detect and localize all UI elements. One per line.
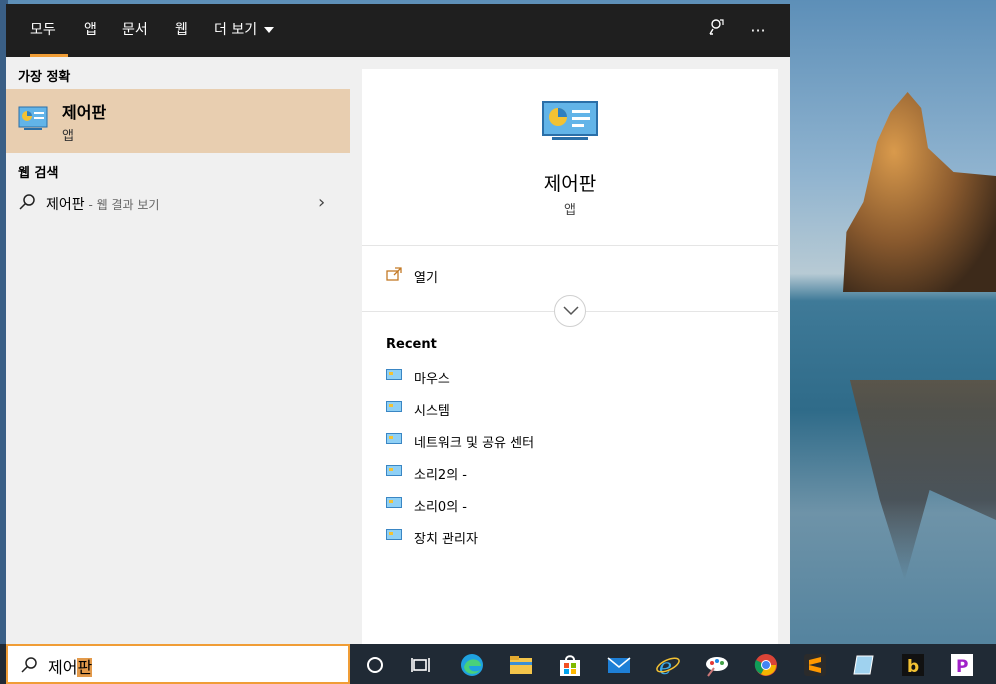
app-b-icon[interactable]: b (900, 652, 926, 678)
chrome-icon[interactable] (753, 652, 779, 678)
best-match-heading: 가장 정확 (18, 70, 71, 85)
tab-more[interactable]: 더 보기 (202, 4, 286, 57)
mail-icon[interactable] (606, 652, 632, 678)
tab-all-label: 모두 (30, 22, 56, 38)
recent-item[interactable]: 마우스 (386, 367, 754, 391)
web-search-result[interactable]: 제어판 - 웹 결과 보기 › (6, 187, 350, 221)
detail-card: 제어판 앱 열기 Recent 마우스 시스템 네트워크 및 공유 센터 소리2… (362, 69, 778, 644)
chevron-down-icon (563, 306, 579, 316)
control-panel-small-icon (386, 369, 402, 380)
recent-heading: Recent (386, 337, 437, 352)
recent-item[interactable]: 장치 관리자 (386, 527, 754, 551)
web-search-heading: 웹 검색 (18, 166, 59, 181)
more-options-icon[interactable]: ··· (743, 16, 773, 46)
chevron-right-icon: › (318, 192, 326, 213)
edge-icon[interactable] (459, 652, 485, 678)
results-column: 가장 정확 제어판 앱 웹 검색 제어판 - 웹 결과 보기 › (6, 57, 350, 644)
control-panel-small-icon (386, 465, 402, 476)
control-panel-icon (18, 106, 48, 130)
control-panel-small-icon (386, 529, 402, 540)
search-text: 제어 (48, 658, 78, 677)
search-text-selection: 판 (77, 658, 93, 677)
file-explorer-icon[interactable] (508, 652, 534, 678)
sublime-text-icon[interactable] (802, 652, 828, 678)
recent-item-label: 시스템 (414, 404, 450, 419)
tab-documents-label: 문서 (122, 22, 148, 38)
internet-explorer-icon[interactable]: e (655, 652, 681, 678)
open-label: 열기 (414, 271, 438, 286)
feedback-icon[interactable] (701, 16, 731, 46)
chevron-down-icon (264, 27, 275, 33)
tab-documents[interactable]: 문서 (110, 4, 160, 57)
notes-icon[interactable] (851, 652, 877, 678)
detail-title: 제어판 (543, 173, 597, 195)
tab-all[interactable]: 모두 (18, 4, 68, 57)
control-panel-small-icon (386, 433, 402, 444)
search-icon (21, 657, 37, 673)
control-panel-small-icon (386, 401, 402, 412)
app-p-icon[interactable]: P (949, 652, 975, 678)
search-input[interactable]: 제어판 (6, 644, 350, 684)
tab-apps-label: 앱 (84, 22, 97, 38)
svg-text:P: P (956, 657, 968, 677)
task-view-icon[interactable] (408, 652, 434, 678)
svg-text:b: b (907, 657, 919, 677)
store-icon[interactable] (557, 652, 583, 678)
divider (362, 245, 778, 246)
web-search-suffix: - 웹 결과 보기 (84, 198, 160, 212)
web-search-query: 제어판 (46, 197, 85, 213)
recent-item-label: 장치 관리자 (414, 532, 478, 547)
expand-button[interactable] (554, 295, 586, 327)
detail-subtitle: 앱 (564, 203, 576, 218)
recent-item[interactable]: 소리0의 - (386, 495, 754, 519)
open-action[interactable]: 열기 (386, 265, 754, 293)
search-panel: 모두 앱 문서 웹 더 보기 ··· 가장 정확 제어판 앱 웹 검색 제어판 (6, 4, 790, 644)
best-match-name: 제어판 (62, 103, 107, 122)
tab-web[interactable]: 웹 (163, 4, 200, 57)
recent-item[interactable]: 시스템 (386, 399, 754, 423)
recent-item[interactable]: 소리2의 - (386, 463, 754, 487)
tab-apps[interactable]: 앱 (72, 4, 109, 57)
search-tabs-bar: 모두 앱 문서 웹 더 보기 ··· (6, 4, 790, 57)
control-panel-large-icon (542, 101, 598, 140)
control-panel-small-icon (386, 497, 402, 508)
paint-icon[interactable] (704, 652, 730, 678)
recent-item[interactable]: 네트워크 및 공유 센터 (386, 431, 754, 455)
best-match-item[interactable]: 제어판 앱 (6, 89, 350, 153)
search-icon (19, 194, 35, 210)
cortana-icon[interactable] (362, 652, 388, 678)
recent-item-label: 네트워크 및 공유 센터 (414, 436, 535, 451)
recent-item-label: 마우스 (414, 372, 450, 387)
recent-item-label: 소리0의 - (414, 500, 467, 515)
best-match-type: 앱 (62, 129, 74, 144)
recent-item-label: 소리2의 - (414, 468, 467, 483)
tab-web-label: 웹 (175, 22, 188, 38)
open-icon (386, 267, 402, 281)
tab-more-label: 더 보기 (214, 22, 258, 38)
